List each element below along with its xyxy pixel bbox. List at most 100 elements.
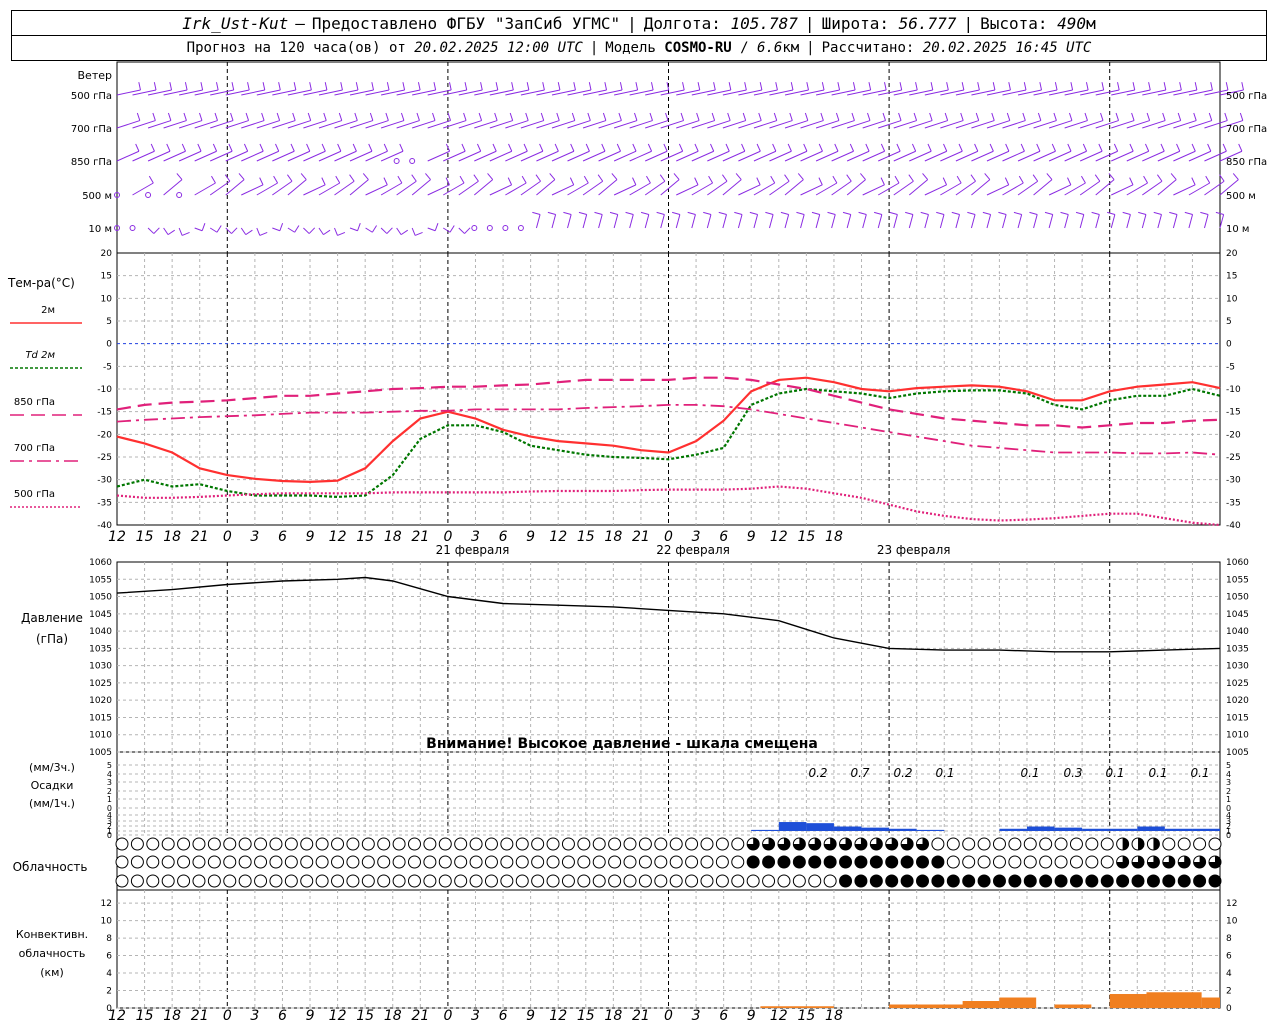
temp-y-tick: -25: [97, 453, 112, 463]
wind-barb-staff: [893, 180, 914, 196]
wind-barb-flag: [1098, 143, 1103, 152]
wind-barb-flag: [176, 173, 183, 180]
wind-barb-flag: [425, 173, 431, 180]
wind-barb-staff: [458, 227, 465, 234]
wind-barb-flag: [951, 211, 960, 215]
cloud-cover-circle: [1023, 855, 1037, 869]
pressure-y-tick: 1055: [89, 575, 112, 585]
cloud-cover-circle: [731, 874, 745, 888]
wind-barb-flag: [998, 211, 1007, 215]
wind-barb-flag: [1094, 174, 1101, 182]
wind-barb-staff: [800, 214, 805, 229]
cloud-cover-circle: [808, 874, 822, 888]
cloud-cover-circle: [623, 874, 637, 888]
wind-barb-flag: [434, 223, 439, 231]
wind-barb-staff: [831, 214, 836, 229]
cloud-cover-circle: [1208, 874, 1222, 888]
cloud-cover-circle: [1162, 874, 1176, 888]
conv-y-tick-right: 6: [1226, 952, 1232, 962]
wind-barb-flag: [975, 112, 980, 121]
wind-barb-flag: [758, 112, 762, 121]
pressure-y-tick: 1050: [89, 593, 112, 603]
wind-barb-staff: [256, 227, 261, 236]
precip-label: 0.1: [1020, 766, 1039, 780]
cloud-cover-circle: [869, 855, 883, 869]
wind-barb-flag: [1046, 173, 1053, 180]
upper-frame: [116, 61, 1221, 526]
wind-barb-flag: [1060, 211, 1069, 215]
wind-barb-staff: [1064, 214, 1069, 229]
temp-legend-label: 850 гПа: [14, 397, 55, 408]
wind-barb-flag: [495, 82, 499, 91]
cloud-cover-circle: [577, 855, 591, 869]
cloud-cover-circle: [669, 837, 683, 851]
hour-label-bottom: 18: [825, 1008, 843, 1024]
wind-barb-staff: [815, 214, 821, 229]
wind-barb-flag: [1067, 177, 1072, 186]
wind-barb-staff: [644, 180, 666, 196]
wind-barb-flag: [587, 112, 591, 121]
wind-barb-staff: [598, 214, 603, 229]
cloud-cover-circle: [1208, 837, 1222, 851]
cloud-cover-circle: [1085, 855, 1099, 869]
wind-barb-flag: [837, 82, 841, 91]
cloud-cover-circle: [146, 874, 160, 888]
cloud-cover-circle: [161, 874, 175, 888]
wind-barb-flag: [713, 82, 716, 91]
wind-barb-flag: [1023, 82, 1027, 91]
cloud-cover-circle: [900, 855, 914, 869]
cloud-cover-circle: [331, 855, 345, 869]
precip-bar: [916, 829, 945, 831]
cloud-cover-circle: [685, 837, 699, 851]
wind-barb-flag: [936, 211, 945, 215]
wind-barb-flag: [1179, 82, 1182, 91]
cloud-cover-circle: [161, 837, 175, 851]
cloud-cover-circle: [869, 874, 883, 888]
cloud-cover-circle: [361, 855, 375, 869]
cloud-cover-circle: [1116, 874, 1130, 888]
precip-bar: [806, 823, 834, 831]
hour-label: 15: [577, 529, 595, 545]
hour-label: 6: [278, 529, 287, 545]
wind-barb-flag: [1122, 211, 1131, 215]
hour-label-bottom: 3: [250, 1008, 259, 1024]
wind-barb-flag: [259, 143, 264, 152]
wind-barb-flag: [411, 174, 417, 182]
wind-barb-flag: [1176, 143, 1181, 152]
cloud-cover-circle: [377, 874, 391, 888]
cloud-cover-circle: [346, 855, 360, 869]
cloud-cover-circle: [854, 855, 868, 869]
hour-label: 15: [136, 529, 154, 545]
wind-barb-staff: [365, 227, 373, 233]
wind-barb-flag: [1067, 143, 1072, 152]
pressure-y-tick: 1045: [89, 610, 112, 620]
wind-barb-flag: [535, 174, 541, 182]
conv-unit: (км): [40, 966, 64, 979]
conv-y-tick: 10: [101, 917, 113, 927]
cloud-cover-circle: [592, 837, 606, 851]
wind-barb-flag: [834, 143, 839, 152]
cloud-cover-circle: [438, 874, 452, 888]
wind-barb-flag: [687, 211, 696, 215]
cloud-cover-circle: [746, 855, 760, 869]
wind-barb-flag: [942, 177, 948, 186]
precipitation-bars: [751, 822, 1220, 831]
hour-label: 21: [411, 529, 429, 545]
wind-barb-flag: [181, 143, 186, 152]
precip-unit-1h: (мм/1ч.): [29, 797, 75, 810]
wind-barb-flag: [273, 175, 279, 184]
cloud-cover-circle: [608, 874, 622, 888]
cloud-cover-circle: [992, 855, 1006, 869]
wind-barb-flag: [278, 82, 281, 91]
wind-barb-flag: [1156, 174, 1163, 182]
wind-barb-flag: [1224, 112, 1228, 121]
conv-y-tick: 8: [106, 934, 112, 944]
wind-barb-flag: [894, 175, 900, 184]
cloud-cover-circle: [284, 874, 298, 888]
hour-label-bottom: 15: [797, 1008, 815, 1024]
temp-y-tick: -15: [97, 408, 112, 418]
precip-label: 0.2: [808, 766, 827, 780]
wind-barb-flag: [1169, 211, 1178, 215]
wind-barb-flag: [594, 211, 603, 215]
wind-barb-flag: [167, 229, 175, 236]
